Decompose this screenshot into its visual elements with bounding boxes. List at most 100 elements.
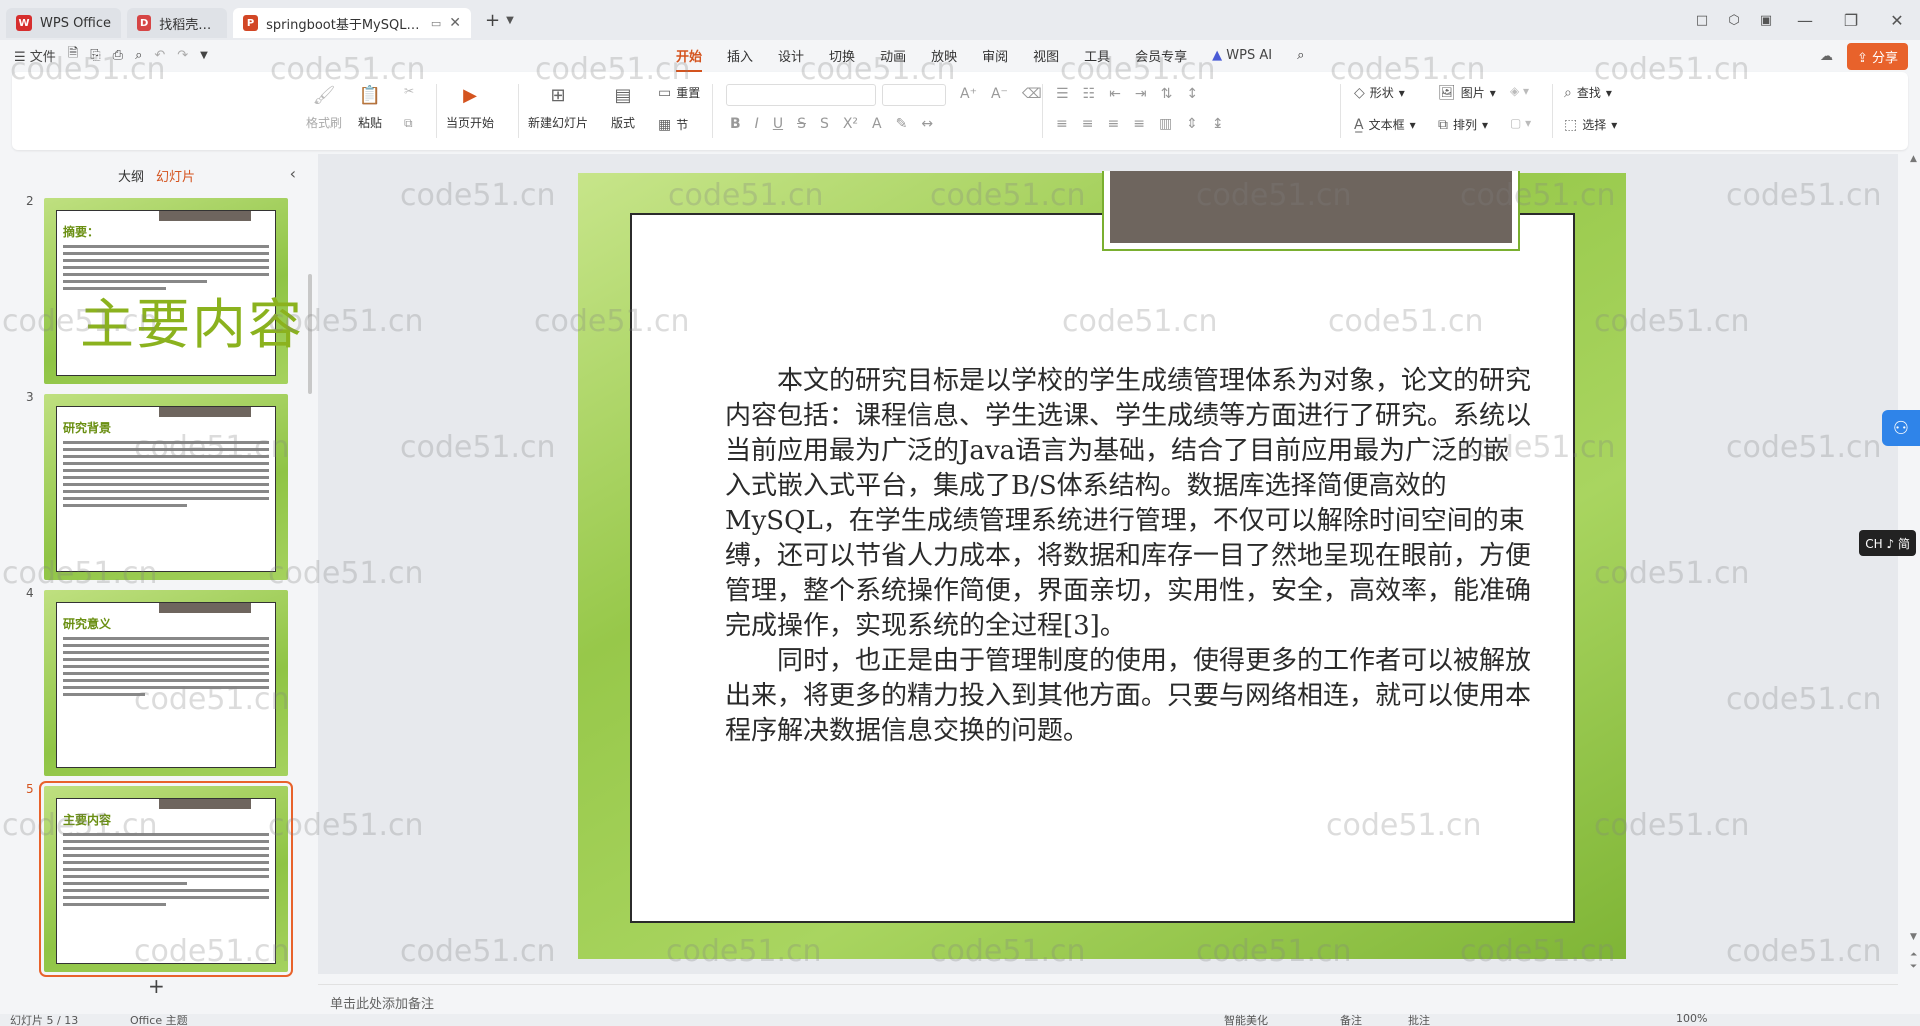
export-icon[interactable]: ⎘ <box>90 48 100 63</box>
redo-icon[interactable]: ↷ <box>177 48 188 63</box>
justify-icon[interactable]: ≡ <box>1133 116 1145 132</box>
tab-outline[interactable]: 大纲 <box>118 166 144 185</box>
para-spacing-icon[interactable]: ↨ <box>1212 116 1224 132</box>
font-color-icon[interactable]: A <box>872 116 882 132</box>
font-shrink-icon[interactable]: A⁻ <box>991 86 1008 102</box>
indent-icon[interactable]: ⇥ <box>1135 86 1147 102</box>
print-preview-icon[interactable]: ⌕ <box>135 48 142 63</box>
tab-member[interactable]: 会员专享 <box>1135 46 1187 65</box>
tab-design[interactable]: 设计 <box>778 46 804 65</box>
shadow-button[interactable]: S <box>820 116 829 132</box>
distribute-icon[interactable]: ⇕ <box>1186 116 1198 132</box>
slide-thumbnail-4[interactable]: 研究意义 <box>44 590 288 776</box>
cube-icon[interactable]: ⬡ <box>1718 13 1750 28</box>
clear-format-icon[interactable]: ⌫ <box>1022 86 1042 102</box>
section-button[interactable]: ▦ 节 <box>658 116 688 133</box>
paste-button[interactable]: 📋 粘贴 <box>357 82 383 131</box>
align-center-icon[interactable]: ≡ <box>1082 116 1094 132</box>
align-left-icon[interactable]: ≡ <box>1056 116 1068 132</box>
find-button[interactable]: ⌕ 查找 ▾ <box>1564 84 1612 101</box>
panel-scrollbar[interactable] <box>308 274 312 394</box>
file-menu[interactable]: ☰ 文件 <box>14 46 56 65</box>
play-from-current-button[interactable]: ▶ 当页开始 <box>446 82 494 131</box>
undo-icon[interactable]: ↶ <box>154 48 165 63</box>
tab-transition[interactable]: 切换 <box>829 46 855 65</box>
tab-wps-office[interactable]: W WPS Office <box>6 8 122 38</box>
font-size-select[interactable] <box>882 84 946 106</box>
tab-slides[interactable]: 幻灯片 <box>156 166 195 185</box>
tab-animation[interactable]: 动画 <box>880 46 906 65</box>
notes-pane[interactable]: 单击此处添加备注 <box>318 984 1898 1014</box>
wps-ai-button[interactable]: ▲ WPS AI <box>1212 48 1272 63</box>
tab-tools[interactable]: 工具 <box>1084 46 1110 65</box>
page-up-icon[interactable]: ⏶ <box>1910 950 1917 960</box>
copy-icon[interactable]: ⧉ <box>404 116 413 131</box>
close-window-button[interactable]: ✕ <box>1874 11 1920 30</box>
tab-docer[interactable]: D 找稻壳模板 <box>127 8 228 38</box>
chevron-down-icon[interactable]: ▼ <box>200 50 208 61</box>
share-button[interactable]: ⇪ 分享 <box>1846 43 1908 70</box>
minimize-button[interactable]: — <box>1782 11 1828 30</box>
superscript-button[interactable]: X² <box>843 116 858 132</box>
vertical-scrollbar[interactable]: ▲ ▼ ⏶ ⏷ <box>1910 154 1917 974</box>
close-tab-icon[interactable]: ✕ <box>449 15 461 31</box>
outline-icon[interactable]: ▢ ▾ <box>1510 116 1531 130</box>
align-right-icon[interactable]: ≡ <box>1107 116 1119 132</box>
page-down-icon[interactable]: ⏷ <box>1910 962 1917 972</box>
underline-button[interactable]: U <box>773 116 783 132</box>
smart-beautify[interactable]: 智能美化 <box>1224 1014 1268 1026</box>
select-button[interactable]: ⬚ 选择 ▾ <box>1564 116 1617 133</box>
tab-document[interactable]: P springboot基于MySQL的学 ▭ ✕ <box>233 8 472 38</box>
picture-button[interactable]: 🖼 图片 ▾ <box>1438 84 1496 101</box>
new-tab-button[interactable]: + <box>485 10 500 31</box>
fill-icon[interactable]: ◈ ▾ <box>1510 84 1529 98</box>
search-icon[interactable]: ⌕ <box>1297 48 1304 63</box>
textbox-button[interactable]: A̲ 文本框 ▾ <box>1354 116 1416 133</box>
theme-name[interactable]: Office 主题 <box>130 1014 188 1026</box>
format-painter-button[interactable]: 🖌 格式刷 <box>306 82 342 131</box>
outdent-icon[interactable]: ⇤ <box>1109 86 1121 102</box>
tab-insert[interactable]: 插入 <box>727 46 753 65</box>
slide-title[interactable]: 主要内容 <box>80 280 304 359</box>
arrange-button[interactable]: ⧉ 排列 ▾ <box>1438 116 1488 133</box>
monitor-icon[interactable]: ▭ <box>431 17 441 30</box>
strikethrough-button[interactable]: S <box>797 116 806 132</box>
slide-body-textbox[interactable]: 本文的研究目标是以学校的学生成绩管理体系为对象，论文的研究内容包括：课程信息、学… <box>725 364 1535 749</box>
cut-icon[interactable]: ✂ <box>404 84 414 98</box>
tab-home[interactable]: 开始 <box>676 46 703 72</box>
add-slide-button[interactable]: + <box>148 974 165 998</box>
font-grow-icon[interactable]: A⁺ <box>960 86 977 102</box>
scroll-down-icon[interactable]: ▼ <box>1910 932 1917 942</box>
new-slide-button[interactable]: ⊞ 新建幻灯片 <box>528 82 588 131</box>
bold-button[interactable]: B <box>730 116 741 132</box>
slide-thumbnail-5[interactable]: 主要内容 <box>39 781 293 977</box>
shape-button[interactable]: ◇ 形状 ▾ <box>1354 84 1405 101</box>
scroll-up-icon[interactable]: ▲ <box>1910 154 1917 164</box>
save-icon[interactable]: 🗎 <box>68 44 78 66</box>
layout-button[interactable]: ▤ 版式 <box>610 82 636 131</box>
char-spacing-icon[interactable]: ↔ <box>921 116 933 132</box>
print-icon[interactable]: ⎙ <box>113 48 123 63</box>
font-family-select[interactable] <box>726 84 876 106</box>
reset-button[interactable]: ▭ 重置 <box>658 84 700 101</box>
tab-slideshow[interactable]: 放映 <box>931 46 957 65</box>
tab-view[interactable]: 视图 <box>1033 46 1059 65</box>
slide-thumbnail-3[interactable]: 研究背景 <box>44 394 288 580</box>
italic-button[interactable]: I <box>755 116 759 132</box>
line-spacing-icon[interactable]: ↕ <box>1186 86 1198 102</box>
restore-button[interactable]: ❐ <box>1828 11 1874 30</box>
cloud-upload-icon[interactable]: ☁ <box>1820 49 1833 64</box>
highlight-icon[interactable]: ✎ <box>896 116 908 132</box>
notes-toggle[interactable]: 备注 <box>1340 1014 1362 1026</box>
bullet-list-icon[interactable]: ☰ <box>1056 86 1069 102</box>
zoom-level[interactable]: 100% <box>1676 1014 1707 1025</box>
columns-icon[interactable]: ▥ <box>1159 116 1172 132</box>
numbered-list-icon[interactable]: ☷ <box>1083 86 1096 102</box>
avatar[interactable]: ▣ <box>1750 13 1782 28</box>
layout-icon[interactable]: □ <box>1686 13 1718 28</box>
text-direction-icon[interactable]: ⇅ <box>1161 86 1173 102</box>
tab-review[interactable]: 审阅 <box>982 46 1008 65</box>
chevron-left-icon[interactable]: ‹ <box>290 164 296 183</box>
comment-toggle[interactable]: 批注 <box>1408 1014 1430 1026</box>
ime-indicator[interactable]: CH ♪ 简 <box>1859 530 1916 556</box>
